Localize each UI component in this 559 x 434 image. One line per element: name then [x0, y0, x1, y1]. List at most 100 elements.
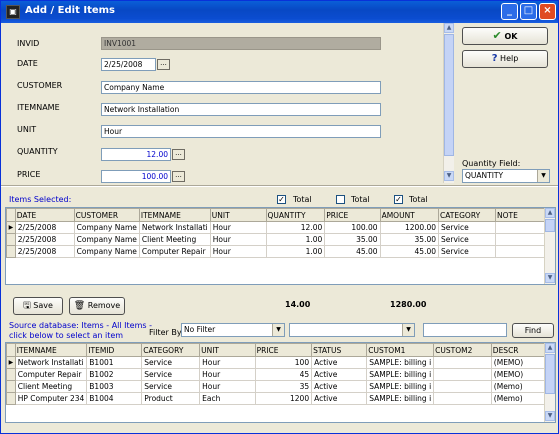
- maximize-button[interactable]: □: [520, 3, 537, 20]
- table-cell[interactable]: 2/25/2008: [15, 233, 75, 246]
- table-cell[interactable]: Each: [199, 392, 256, 405]
- column-header[interactable]: UNIT: [209, 208, 267, 222]
- selected-grid-scrollbar[interactable]: ▲ ▼: [544, 208, 555, 284]
- table-cell[interactable]: HP Computer 234: [15, 392, 88, 405]
- column-header[interactable]: UNIT: [199, 343, 256, 357]
- row-indicator[interactable]: [6, 368, 16, 381]
- filter-select[interactable]: No Filter ▼: [181, 323, 285, 337]
- quantity-field-select[interactable]: QUANTITY ▼: [462, 169, 550, 183]
- table-cell[interactable]: Product: [141, 392, 201, 405]
- table-cell[interactable]: [433, 392, 492, 405]
- scroll-up-icon[interactable]: ▲: [545, 208, 555, 218]
- table-cell[interactable]: Service: [438, 221, 497, 234]
- form-scrollbar[interactable]: ▲ ▼: [443, 23, 454, 183]
- table-cell[interactable]: Hour: [210, 245, 267, 258]
- column-header[interactable]: PRICE: [324, 208, 381, 222]
- column-header[interactable]: CATEGORY: [438, 208, 497, 222]
- quantity-calc-button[interactable]: ...: [172, 149, 185, 160]
- table-cell[interactable]: 35: [255, 380, 313, 393]
- table-cell[interactable]: Computer Repair: [15, 368, 88, 381]
- row-indicator[interactable]: ▶: [6, 356, 16, 369]
- chevron-down-icon[interactable]: ▼: [402, 324, 414, 336]
- table-cell[interactable]: Hour: [199, 368, 256, 381]
- invid-field[interactable]: INV1001: [101, 37, 381, 50]
- quantity-field[interactable]: 12.00: [101, 148, 171, 161]
- table-cell[interactable]: SAMPLE: billing i: [366, 356, 435, 369]
- scroll-up-icon[interactable]: ▲: [444, 23, 454, 33]
- date-picker-button[interactable]: ...: [157, 59, 170, 70]
- close-button[interactable]: ×: [539, 3, 556, 20]
- table-cell[interactable]: 45.00: [324, 245, 381, 258]
- table-cell[interactable]: Hour: [210, 221, 267, 234]
- table-cell[interactable]: SAMPLE: billing i: [366, 392, 435, 405]
- table-cell[interactable]: 35.00: [380, 233, 440, 246]
- price-field[interactable]: 100.00: [101, 170, 171, 183]
- scroll-down-icon[interactable]: ▼: [444, 171, 454, 181]
- table-row[interactable]: ▶ 2/25/2008 Company Name Network Installati…: [6, 221, 555, 234]
- table-row[interactable]: 2/25/2008 Company Name Client Meeting Hour 1…: [6, 233, 555, 246]
- chevron-down-icon[interactable]: ▼: [537, 170, 549, 182]
- chevron-down-icon[interactable]: ▼: [272, 324, 284, 336]
- table-cell[interactable]: Hour: [210, 233, 267, 246]
- table-cell[interactable]: Network Installati: [139, 221, 211, 234]
- table-cell[interactable]: B1001: [86, 356, 143, 369]
- table-cell[interactable]: Service: [141, 380, 201, 393]
- column-header[interactable]: CATEGORY: [141, 343, 201, 357]
- column-header[interactable]: ITEMNAME: [138, 208, 211, 222]
- row-indicator[interactable]: [6, 245, 16, 258]
- column-header[interactable]: STATUS: [311, 343, 368, 357]
- help-button[interactable]: ? Help: [462, 50, 548, 68]
- table-row[interactable]: ▶ Network Installati B1001 Service Hour 100 Ac…: [6, 356, 555, 369]
- table-cell[interactable]: 35.00: [324, 233, 381, 246]
- table-cell[interactable]: Active: [311, 368, 368, 381]
- customer-field[interactable]: Company Name: [101, 81, 381, 94]
- total-checkbox-price[interactable]: [336, 195, 345, 204]
- scroll-down-icon[interactable]: ▼: [545, 273, 555, 283]
- table-row[interactable]: Computer Repair B1002 Service Hour 45 Active S…: [6, 368, 555, 381]
- table-cell[interactable]: Service: [438, 233, 497, 246]
- date-field[interactable]: 2/25/2008: [101, 58, 156, 71]
- table-cell[interactable]: B1002: [86, 368, 143, 381]
- filter-value-select[interactable]: ▼: [289, 323, 415, 337]
- find-input[interactable]: [423, 323, 507, 337]
- column-header[interactable]: ITEMNAME: [14, 343, 88, 357]
- table-cell[interactable]: Company Name: [74, 233, 140, 246]
- table-cell[interactable]: [495, 221, 550, 234]
- column-header[interactable]: AMOUNT: [379, 208, 440, 222]
- scroll-up-icon[interactable]: ▲: [545, 343, 555, 353]
- table-cell[interactable]: 1.00: [266, 245, 326, 258]
- source-items-grid[interactable]: ITEMNAME ITEMID CATEGORY UNIT PRICE STATUS CUS…: [5, 342, 556, 423]
- scroll-thumb[interactable]: [444, 34, 454, 156]
- table-cell[interactable]: 1200: [255, 392, 313, 405]
- scroll-thumb[interactable]: [545, 219, 555, 232]
- scroll-thumb[interactable]: [545, 354, 555, 394]
- table-row[interactable]: Client Meeting B1003 Service Hour 35 Active SA…: [6, 380, 555, 393]
- table-cell[interactable]: 1200.00: [380, 221, 440, 234]
- unit-field[interactable]: Hour: [101, 125, 381, 138]
- table-cell[interactable]: Service: [438, 245, 497, 258]
- items-selected-grid[interactable]: DATE CUSTOMER ITEMNAME UNIT QUANTITY PRICE AMO…: [5, 207, 556, 285]
- table-cell[interactable]: Active: [311, 380, 368, 393]
- table-cell[interactable]: (MEMO): [491, 356, 551, 369]
- table-cell[interactable]: (Memo): [491, 392, 551, 405]
- column-header[interactable]: QUANTITY: [265, 208, 326, 222]
- column-header[interactable]: DESCR: [490, 343, 551, 357]
- table-cell[interactable]: Active: [311, 356, 368, 369]
- row-indicator[interactable]: [6, 380, 16, 393]
- table-cell[interactable]: [495, 233, 550, 246]
- table-cell[interactable]: 1.00: [266, 233, 326, 246]
- price-calc-button[interactable]: ...: [172, 171, 185, 182]
- table-cell[interactable]: Company Name: [74, 221, 140, 234]
- table-row[interactable]: HP Computer 234 B1004 Product Each 1200 Activ…: [6, 392, 555, 405]
- table-cell[interactable]: B1003: [86, 380, 143, 393]
- remove-button[interactable]: 🗑 Remove: [69, 297, 125, 315]
- table-cell[interactable]: Service: [141, 368, 201, 381]
- column-header[interactable]: CUSTOM2: [433, 343, 492, 357]
- table-cell[interactable]: Network Installati: [15, 356, 88, 369]
- table-cell[interactable]: 45: [255, 368, 313, 381]
- table-cell[interactable]: 2/25/2008: [15, 245, 75, 258]
- title-bar[interactable]: ▣ Add / Edit Items _ □ ×: [1, 1, 558, 23]
- table-cell[interactable]: Active: [311, 392, 368, 405]
- ok-button[interactable]: ✔ OK: [462, 27, 548, 45]
- row-indicator[interactable]: ▶: [6, 221, 16, 234]
